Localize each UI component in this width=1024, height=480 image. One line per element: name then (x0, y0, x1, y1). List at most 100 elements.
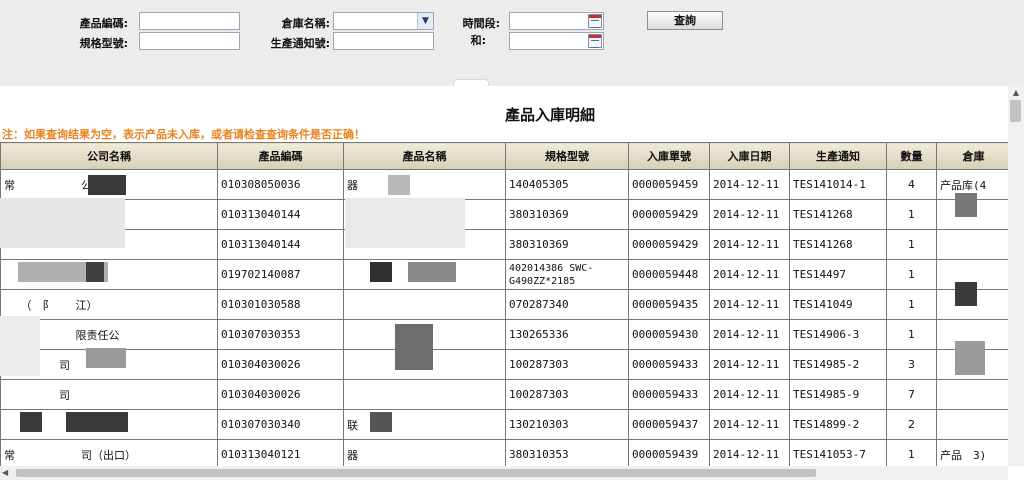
product-code-input[interactable] (139, 12, 240, 30)
cell-product-code: 010301030588 (217, 289, 344, 320)
cell-receipt-no: 0000059459 (628, 169, 710, 200)
cell-company: （ 限责任公 (0, 319, 218, 350)
cell-product-name (343, 289, 506, 320)
column-header[interactable]: 產品名稱 (343, 142, 506, 170)
scroll-left-icon[interactable]: ◀ (2, 466, 14, 480)
cell-warehouse (936, 229, 1008, 260)
column-header[interactable]: 規格型號 (505, 142, 629, 170)
cell-qty: 4 (886, 169, 937, 200)
cell-qty: 1 (886, 289, 937, 320)
cell-product-code: 010313040144 (217, 199, 344, 230)
cell-qty: 1 (886, 199, 937, 230)
cell-notice: TES141053-7 (789, 439, 887, 466)
cell-receipt-no: 0000059429 (628, 229, 710, 260)
cell-receipt-no: 0000059448 (628, 259, 710, 290)
cell-spec: 380310353 (505, 439, 629, 466)
column-header[interactable]: 入庫日期 (709, 142, 790, 170)
cell-product-name (343, 229, 506, 260)
cell-warehouse (936, 259, 1008, 290)
vertical-scroll-thumb[interactable] (1010, 100, 1021, 122)
cell-qty: 1 (886, 259, 937, 290)
table-row: 司 010304030026 100287303 0000059433 2014-12-… (0, 379, 1008, 410)
cell-warehouse (936, 409, 1008, 440)
cell-company: 司 (0, 379, 218, 410)
cell-receipt-no: 0000059433 (628, 349, 710, 380)
cell-company (0, 409, 218, 440)
cell-product-name: 器 (343, 169, 506, 200)
cell-product-name (343, 259, 506, 290)
cell-receipt-no: 0000059429 (628, 199, 710, 230)
cell-company: 常 公司 (0, 169, 218, 200)
cell-spec: 100287303 (505, 379, 629, 410)
cell-spec: 140405305 (505, 169, 629, 200)
date-from-input[interactable] (509, 12, 604, 30)
cell-receipt-no: 0000059437 (628, 409, 710, 440)
cell-company: 司 (0, 349, 218, 380)
query-button[interactable]: 查詢 (647, 11, 723, 30)
cell-warehouse (936, 199, 1008, 230)
cell-qty: 1 (886, 439, 937, 466)
warehouse-select[interactable]: ▼ (333, 12, 434, 30)
calendar-icon[interactable] (588, 34, 602, 48)
cell-date: 2014-12-11 (709, 409, 790, 440)
cell-spec: 070287340 (505, 289, 629, 320)
vertical-scrollbar[interactable]: ▲ (1008, 86, 1024, 466)
column-header[interactable]: 數量 (886, 142, 937, 170)
period-label: 時間段: (462, 17, 500, 30)
horizontal-scroll-thumb[interactable] (16, 469, 816, 477)
report-area: 產品入庫明細 注：如果查询结果为空，表示产品未入库，或者请检查查询条件是否正确！… (0, 86, 1008, 466)
cell-notice: TES14906-3 (789, 319, 887, 350)
cell-product-code: 010307030340 (217, 409, 344, 440)
chevron-down-icon[interactable]: ▼ (417, 13, 433, 29)
cell-spec: 130210303 (505, 409, 629, 440)
cell-qty: 1 (886, 229, 937, 260)
cell-spec: 100287303 (505, 349, 629, 380)
cell-company (0, 199, 218, 230)
cell-date: 2014-12-11 (709, 379, 790, 410)
calendar-icon[interactable] (588, 14, 602, 28)
cell-spec: 402014386 SWC-G490ZZ*2185 (505, 259, 629, 290)
cell-notice: TES14985-9 (789, 379, 887, 410)
cell-product-code: 010307030353 (217, 319, 344, 350)
date-to-input[interactable] (509, 32, 604, 50)
cell-date: 2014-12-11 (709, 259, 790, 290)
cell-notice: TES141268 (789, 229, 887, 260)
table-row: 责 司 019702140087 402014386 SWC-G490ZZ*2185… (0, 259, 1008, 290)
cell-date: 2014-12-11 (709, 169, 790, 200)
scroll-up-icon[interactable]: ▲ (1008, 86, 1024, 99)
cell-product-name (343, 379, 506, 410)
production-notice-input[interactable] (333, 32, 434, 50)
spec-model-label: 規格型號: (79, 37, 128, 50)
table-row: （ 限责任公 010307030353 130265336 0000059430 201… (0, 319, 1008, 350)
cell-date: 2014-12-11 (709, 289, 790, 320)
column-header[interactable]: 入庫單號 (628, 142, 710, 170)
and-label: 和: (470, 34, 486, 47)
column-header[interactable]: 產品編碼 (217, 142, 344, 170)
cell-product-code: 019702140087 (217, 259, 344, 290)
table-row: （ 阝 江） 010301030588 070287340 0000059435 201… (0, 289, 1008, 320)
cell-warehouse (936, 349, 1008, 380)
spec-model-input[interactable] (139, 32, 240, 50)
column-header[interactable]: 公司名稱 (0, 142, 218, 170)
query-notice: 注：如果查询结果为空，表示产品未入库，或者请检查查询条件是否正确！ (2, 128, 365, 141)
horizontal-scrollbar[interactable]: ◀ (0, 466, 1008, 480)
cell-product-code: 010308050036 (217, 169, 344, 200)
cell-receipt-no: 0000059433 (628, 379, 710, 410)
cell-spec: 380310369 (505, 229, 629, 260)
cell-date: 2014-12-11 (709, 229, 790, 260)
cell-product-code: 010313040144 (217, 229, 344, 260)
cell-product-code: 010304030026 (217, 379, 344, 410)
cell-notice: TES14497 (789, 259, 887, 290)
cell-notice: TES14899-2 (789, 409, 887, 440)
table-row: 常 司（出口） 010313040121 器 380310353 0000059439 2… (0, 439, 1008, 466)
cell-spec: 380310369 (505, 199, 629, 230)
cell-receipt-no: 0000059430 (628, 319, 710, 350)
cell-date: 2014-12-11 (709, 439, 790, 466)
cell-company: 常 司（出口） (0, 439, 218, 466)
column-header[interactable]: 生產通知 (789, 142, 887, 170)
column-header[interactable]: 倉庫 (936, 142, 1008, 170)
cell-date: 2014-12-11 (709, 349, 790, 380)
cell-warehouse: 产品 3) (936, 439, 1008, 466)
cell-date: 2014-12-11 (709, 319, 790, 350)
table-row: 010307030340 联 130210303 0000059437 2014-12-… (0, 409, 1008, 440)
